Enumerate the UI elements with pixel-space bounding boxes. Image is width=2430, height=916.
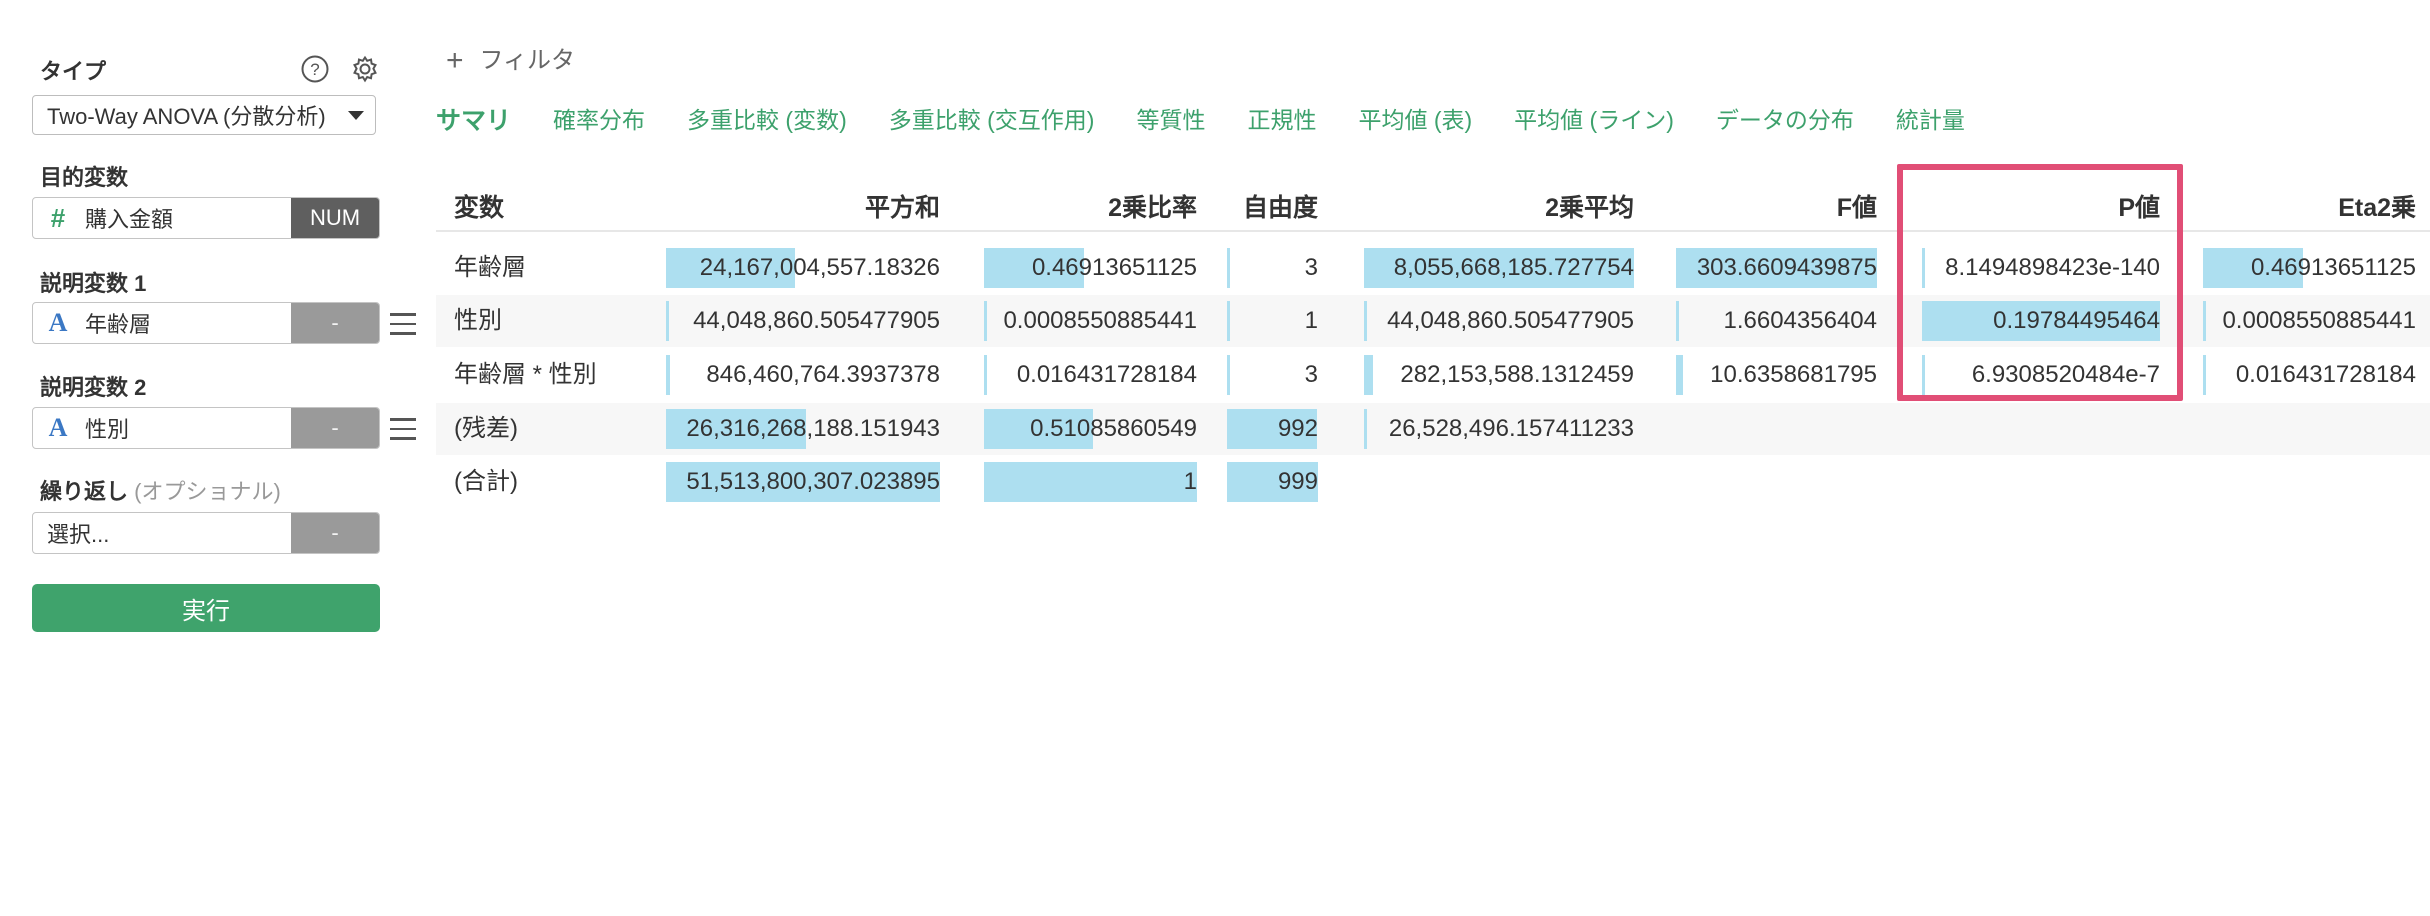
svg-text:?: ? <box>310 60 319 79</box>
p-value-column-highlight <box>1897 164 2183 401</box>
tab-mean-table[interactable]: 平均値 (表) <box>1358 101 1472 137</box>
tab-homogeneity[interactable]: 等質性 <box>1136 101 1205 137</box>
cell-ss-ratio: 0.0008550885441 <box>1003 307 1197 334</box>
column-header-mean-square[interactable]: 2乗平均 <box>1545 188 1634 224</box>
cell-df: 992 <box>1277 415 1318 442</box>
cell-bar-mean-square <box>1364 409 1367 449</box>
cell-df: 1 <box>1304 307 1318 334</box>
filter-label: フィルタ <box>479 47 576 74</box>
cell-bar-sum-of-squares <box>666 301 669 341</box>
explanatory-variable-1-name: 年齢層 <box>85 312 152 337</box>
cell-bar-ss-ratio <box>984 462 1197 502</box>
cell-sum-of-squares: 26,316,268,188.151943 <box>686 415 940 442</box>
cell-f-value: 303.6609439875 <box>1696 254 1877 281</box>
tab-data-distribution[interactable]: データの分布 <box>1716 101 1854 137</box>
analysis-type-select[interactable]: Two-Way ANOVA (分散分析) <box>32 95 376 135</box>
text-type-icon: A <box>48 308 68 337</box>
plus-icon: + <box>446 44 464 77</box>
cell-bar-mean-square <box>1364 355 1373 395</box>
cell-ss-ratio: 0.51085860549 <box>1030 415 1197 442</box>
numeric-type-icon: # <box>50 202 66 233</box>
cell-bar-f-value <box>1676 355 1683 395</box>
repeat-optional-text: (オプショナル) <box>134 479 281 504</box>
column-header-f-value[interactable]: F値 <box>1837 188 1877 224</box>
menu-icon[interactable] <box>390 418 416 447</box>
cell-ss-ratio: 1 <box>1183 468 1197 495</box>
cell-eta-squared: 0.016431728184 <box>2235 361 2416 388</box>
cell-mean-square: 282,153,588.1312459 <box>1400 361 1634 388</box>
row-label: 性別 <box>454 307 502 334</box>
repeat-variable-placeholder: 選択... <box>47 522 110 547</box>
repeat-label-text: 繰り返し <box>40 479 129 504</box>
analysis-type-value: Two-Way ANOVA (分散分析) <box>47 104 326 129</box>
row-label: (合計) <box>454 468 518 495</box>
cell-bar-df <box>1227 355 1230 395</box>
chevron-down-icon <box>348 111 364 120</box>
cell-eta-squared: 0.46913651125 <box>2250 254 2416 281</box>
cell-df: 999 <box>1277 468 1318 495</box>
tab-multiple-comparison-variable[interactable]: 多重比較 (変数) <box>687 101 847 137</box>
cell-bar-ss-ratio <box>984 301 987 341</box>
explanatory-variable-1-label: 説明変数 1 <box>40 271 147 296</box>
menu-icon[interactable] <box>390 313 416 342</box>
explanatory-variable-1-field[interactable]: A 年齢層 - <box>32 302 380 344</box>
text-type-icon: A <box>48 413 68 442</box>
help-icon[interactable]: ? <box>300 54 330 84</box>
target-variable-label: 目的変数 <box>40 165 129 190</box>
row-label: (残差) <box>454 415 518 442</box>
repeat-label: 繰り返し (オプショナル) <box>40 474 281 506</box>
run-button[interactable]: 実行 <box>32 584 380 632</box>
cell-bar-df <box>1227 301 1230 341</box>
target-variable-field[interactable]: # 購入金額 NUM <box>32 197 380 239</box>
cell-bar-sum-of-squares <box>666 355 670 395</box>
cell-sum-of-squares: 846,460,764.3937378 <box>706 361 940 388</box>
cell-sum-of-squares: 44,048,860.505477905 <box>693 307 940 334</box>
result-tabs: サマリ 確率分布 多重比較 (変数) 多重比較 (交互作用) 等質性 正規性 平… <box>436 101 2007 137</box>
cell-f-value: 10.6358681795 <box>1710 361 1877 388</box>
cell-mean-square: 26,528,496.157411233 <box>1388 415 1634 442</box>
repeat-variable-field[interactable]: 選択... - <box>32 512 380 554</box>
explanatory-variable-2-label: 説明変数 2 <box>40 375 147 400</box>
target-variable-type-badge[interactable]: NUM <box>291 198 379 238</box>
cell-bar-f-value <box>1676 301 1679 341</box>
column-header-eta-squared[interactable]: Eta2乗 <box>2338 188 2416 224</box>
target-variable-name: 購入金額 <box>85 207 174 232</box>
cell-f-value: 1.6604356404 <box>1723 307 1878 334</box>
cell-bar-eta-squared <box>2203 301 2206 341</box>
column-header-ss-ratio[interactable]: 2乗比率 <box>1108 188 1197 224</box>
cell-bar-eta-squared <box>2203 355 2206 395</box>
cell-mean-square: 8,055,668,185.727754 <box>1393 254 1634 281</box>
cell-df: 3 <box>1304 361 1318 388</box>
tab-summary[interactable]: サマリ <box>436 101 511 137</box>
tab-probability-distribution[interactable]: 確率分布 <box>553 101 645 137</box>
explanatory-variable-2-option[interactable]: - <box>291 408 379 448</box>
cell-mean-square: 44,048,860.505477905 <box>1387 307 1634 334</box>
cell-ss-ratio: 0.46913651125 <box>1031 254 1197 281</box>
repeat-variable-option[interactable]: - <box>291 513 379 553</box>
tab-statistics[interactable]: 統計量 <box>1896 101 1965 137</box>
row-label: 年齢層 <box>454 254 526 281</box>
cell-sum-of-squares: 51,513,800,307.023895 <box>686 468 940 495</box>
tab-mean-line[interactable]: 平均値 (ライン) <box>1514 101 1674 137</box>
tab-normality[interactable]: 正規性 <box>1247 101 1316 137</box>
column-header-variable[interactable]: 変数 <box>454 188 504 224</box>
explanatory-variable-2-field[interactable]: A 性別 - <box>32 407 380 449</box>
explanatory-variable-2-name: 性別 <box>85 417 130 442</box>
column-header-sum-of-squares[interactable]: 平方和 <box>865 188 940 224</box>
explanatory-variable-1-option[interactable]: - <box>291 303 379 343</box>
gear-icon[interactable] <box>350 54 380 84</box>
tab-multiple-comparison-interaction[interactable]: 多重比較 (交互作用) <box>889 101 1095 137</box>
column-header-df[interactable]: 自由度 <box>1243 188 1318 224</box>
cell-bar-mean-square <box>1364 301 1367 341</box>
cell-bar-df <box>1227 248 1230 288</box>
cell-df: 3 <box>1304 254 1318 281</box>
cell-ss-ratio: 0.016431728184 <box>1016 361 1197 388</box>
add-filter-button[interactable]: + フィルタ <box>446 40 575 78</box>
cell-eta-squared: 0.0008550885441 <box>2222 307 2416 334</box>
cell-sum-of-squares: 24,167,004,557.18326 <box>699 254 940 281</box>
type-label: タイプ <box>40 59 107 84</box>
row-label: 年齢層 * 性別 <box>454 361 597 388</box>
cell-bar-ss-ratio <box>984 355 987 395</box>
